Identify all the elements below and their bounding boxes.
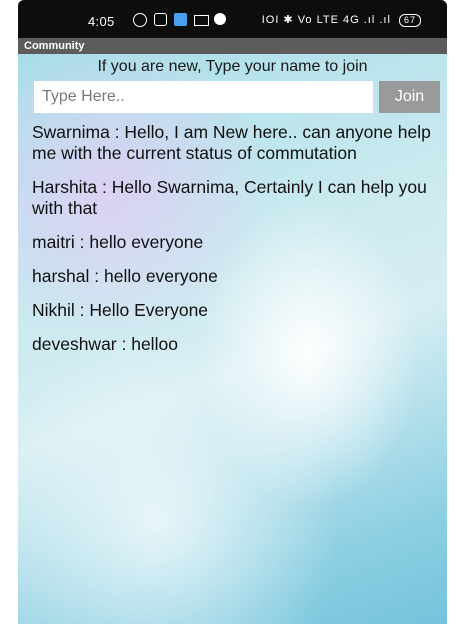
message-item: Nikhil : Hello Everyone — [32, 300, 209, 320]
status-right-icons: IOI ✱ Vo LTE 4G .ıl .ıl 67 — [262, 13, 421, 27]
app-icon — [214, 13, 226, 25]
community-content: If you are new, Type your name to join J… — [18, 54, 447, 624]
message-item: Swarnima : Hello, I am New here.. can an… — [32, 122, 431, 163]
join-prompt: If you are new, Type your name to join — [97, 58, 368, 75]
phone-screen: 4:05 IOI ✱ Vo LTE 4G .ıl .ıl 67 Communit… — [18, 0, 447, 624]
name-input[interactable] — [34, 81, 373, 113]
signal-icon: IOI ✱ Vo LTE 4G .ıl .ıl — [261, 14, 391, 26]
message-item: harshal : hello everyone — [32, 266, 218, 286]
app-title-bar: Community — [18, 38, 447, 54]
message-item: Harshita : Hello Swarnima, Certainly I c… — [32, 177, 427, 218]
message-list: Swarnima : Hello, I am New here.. can an… — [32, 122, 440, 368]
whatsapp-icon — [133, 13, 147, 27]
status-bar: 4:05 IOI ✱ Vo LTE 4G .ıl .ıl 67 — [18, 8, 447, 38]
mail-icon — [194, 15, 209, 26]
join-button[interactable]: Join — [379, 81, 440, 113]
teams-icon — [174, 13, 187, 26]
message-item: maitri : hello everyone — [32, 232, 204, 252]
app-title: Community — [24, 40, 85, 52]
instagram-icon — [154, 13, 167, 26]
status-time: 4:05 — [88, 14, 115, 29]
message-item: deveshwar : helloo — [32, 334, 178, 354]
battery-icon: 67 — [398, 14, 421, 27]
